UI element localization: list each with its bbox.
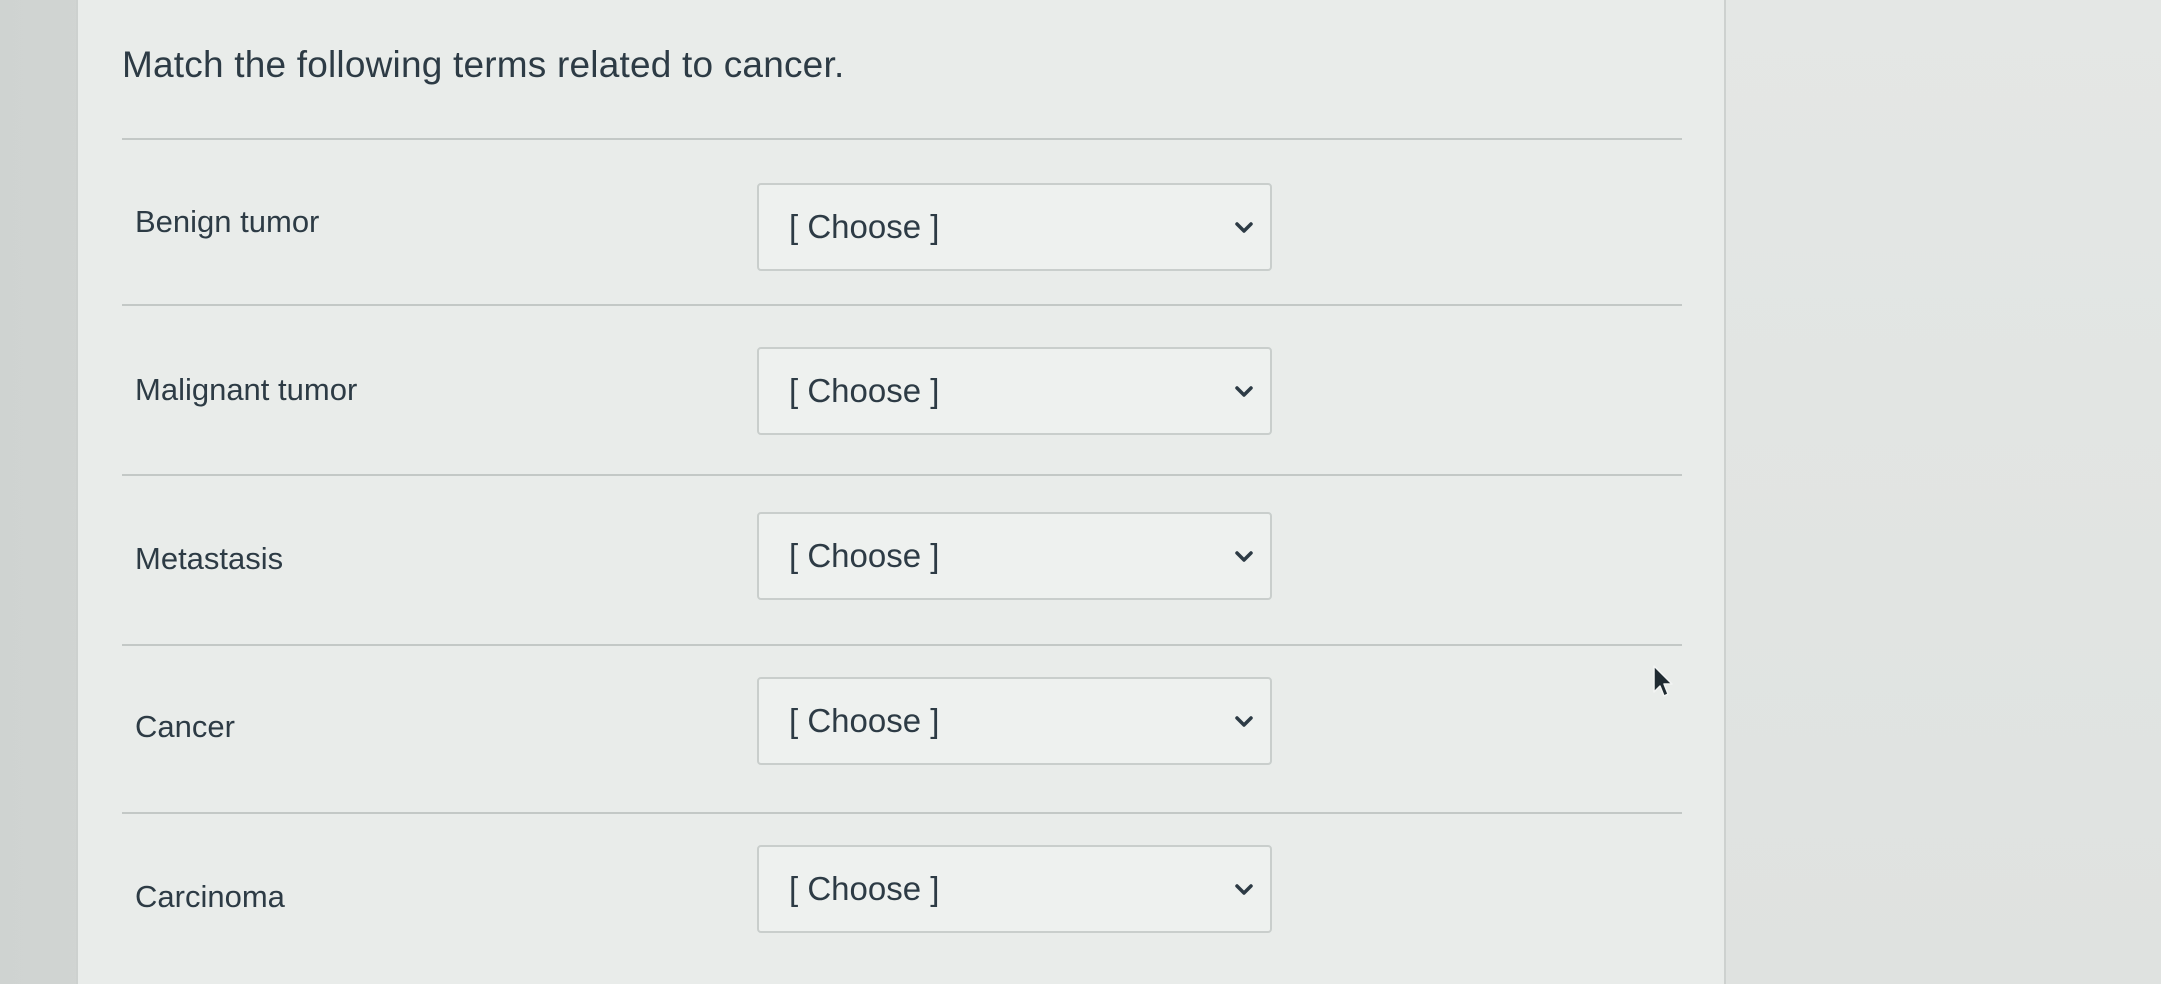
question-panel (76, 0, 1726, 984)
select-value: [ Choose ] (789, 208, 940, 245)
match-select-carcinoma[interactable]: [ Choose ] (757, 845, 1272, 933)
select-value: [ Choose ] (789, 870, 940, 907)
term-label-cancer: Cancer (135, 709, 235, 744)
right-background (1726, 0, 2161, 984)
match-select-metastasis[interactable]: [ Choose ] (757, 512, 1272, 600)
divider (122, 812, 1682, 814)
chevron-down-icon (1235, 386, 1253, 397)
term-label-carcinoma: Carcinoma (135, 879, 285, 914)
question-title: Match the following terms related to can… (122, 44, 845, 85)
chevron-down-icon (1235, 551, 1253, 562)
divider (122, 138, 1682, 140)
divider (122, 644, 1682, 646)
match-select-malignant-tumor[interactable]: [ Choose ] (757, 347, 1272, 435)
divider (122, 304, 1682, 306)
match-select-benign-tumor[interactable]: [ Choose ] (757, 183, 1272, 271)
term-label-metastasis: Metastasis (135, 541, 284, 576)
select-value: [ Choose ] (789, 537, 940, 574)
chevron-down-icon (1235, 222, 1253, 233)
mouse-cursor-icon (1653, 665, 1673, 697)
chevron-down-icon (1235, 884, 1253, 895)
divider (122, 474, 1682, 476)
match-select-cancer[interactable]: [ Choose ] (757, 677, 1272, 765)
select-value: [ Choose ] (789, 702, 940, 739)
chevron-down-icon (1235, 716, 1253, 727)
term-label-malignant-tumor: Malignant tumor (135, 372, 358, 407)
select-value: [ Choose ] (789, 372, 940, 409)
term-label-benign-tumor: Benign tumor (135, 204, 320, 239)
